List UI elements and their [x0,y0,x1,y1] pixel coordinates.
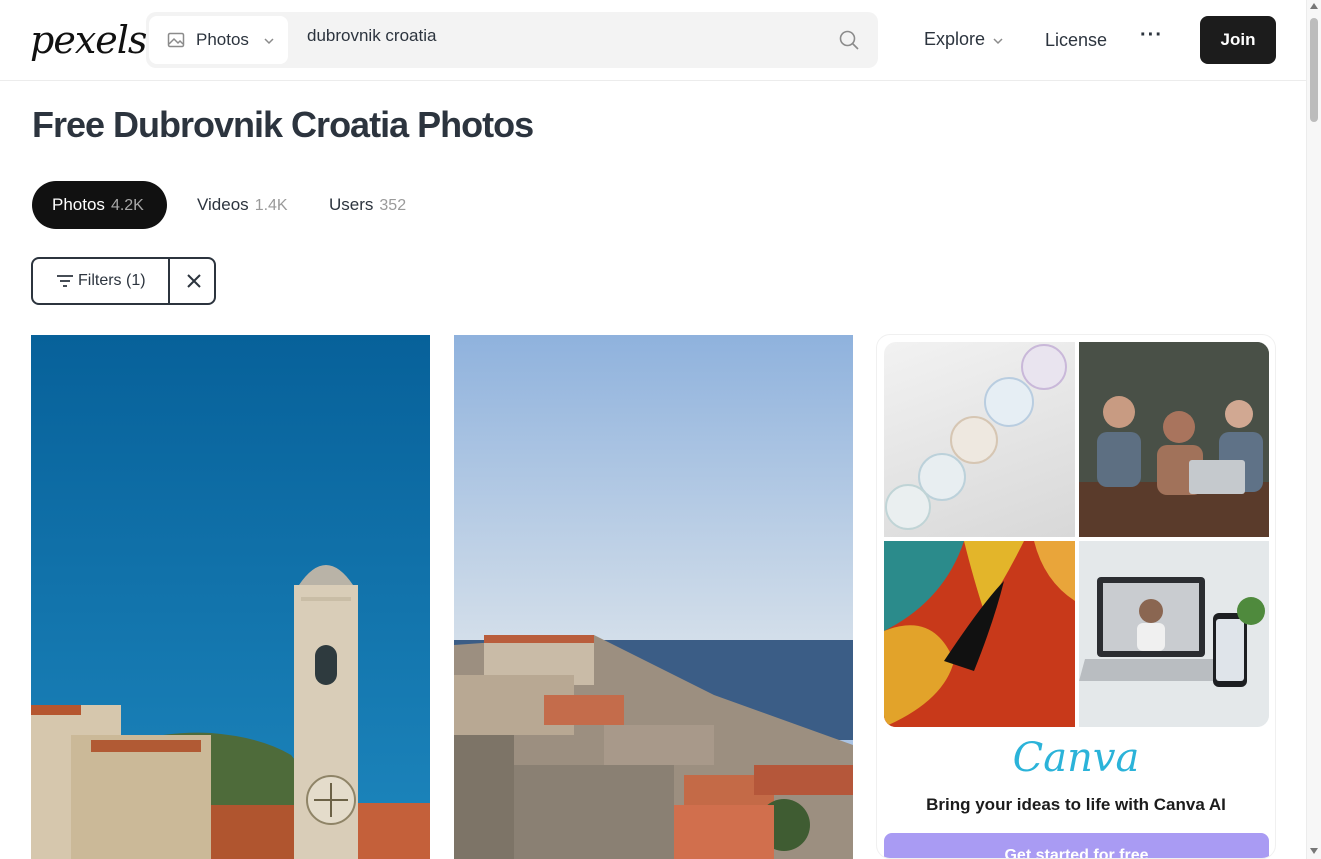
get-started-button[interactable]: Get started for free [884,833,1269,858]
join-button[interactable]: Join [1200,16,1276,64]
filter-icon [57,275,73,287]
canva-ad-card[interactable]: Canva Bring your ideas to life with Canv… [876,334,1276,859]
ad-image-laptop [1079,541,1269,727]
close-icon [187,274,201,288]
ad-image-painting [884,541,1075,727]
ad-image-meeting [1079,342,1269,537]
tab-count: 1.4K [254,197,288,214]
page-title: Free Dubrovnik Croatia Photos [32,104,534,145]
filters-group: Filters (1) [31,257,216,305]
tab-videos[interactable]: Videos 1.4K [197,181,288,229]
ad-image-bubbles [884,342,1075,537]
scroll-up-arrow-icon[interactable] [1310,3,1318,9]
chevron-down-icon [264,38,274,45]
pexels-logo[interactable]: pexels [30,18,147,62]
tab-label: Users [329,195,374,214]
filters-button[interactable]: Filters (1) [33,259,170,303]
nav-explore[interactable]: Explore [924,29,1003,50]
search-type-label: Photos [196,30,249,49]
header: pexels Photos dubrovnik croatia Explore … [0,0,1306,81]
ad-headline: Bring your ideas to life with Canva AI [926,795,1226,814]
nav-explore-label: Explore [924,29,986,49]
clear-filters-button[interactable] [172,259,216,303]
tab-count: 352 [379,197,407,214]
image-icon [167,32,185,48]
search-type-selector[interactable]: Photos [149,16,288,64]
ad-image-grid [884,342,1269,727]
search-bar[interactable]: Photos [146,12,878,68]
chevron-down-icon [993,38,1003,45]
tab-count: 4.2K [110,197,144,214]
search-input[interactable] [307,26,827,46]
canva-logo: Canva [1012,735,1140,781]
scroll-down-arrow-icon[interactable] [1310,848,1318,854]
photo-bell-tower [31,335,430,859]
tab-label: Photos [52,195,105,214]
search-icon[interactable] [838,29,860,51]
filters-label: Filters (1) [78,272,146,289]
page: pexels Photos dubrovnik croatia Explore … [0,0,1321,859]
tab-label: Videos [197,195,249,214]
scrollbar[interactable] [1306,0,1321,859]
photo-city-walls [454,335,853,859]
more-options-icon[interactable]: ··· [1140,24,1163,47]
nav-license[interactable]: License [1045,30,1107,51]
tab-users[interactable]: Users 352 [329,181,406,229]
scrollbar-thumb[interactable] [1310,18,1318,122]
tab-photos[interactable]: Photos 4.2K [32,181,167,229]
photo-card[interactable] [454,335,853,859]
photo-card[interactable] [31,335,430,859]
